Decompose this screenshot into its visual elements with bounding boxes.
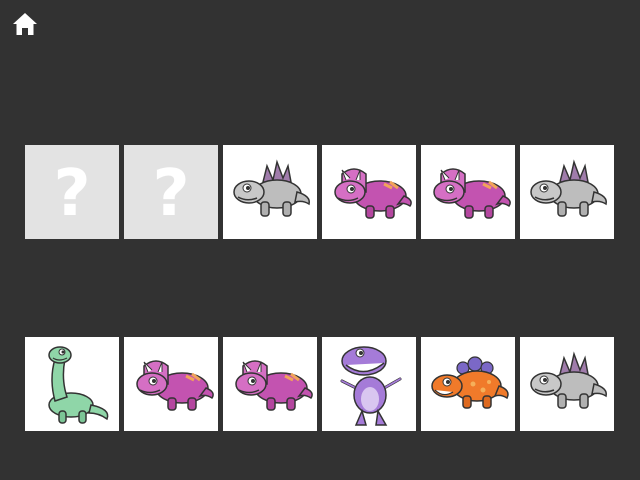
game-board: ? ? [0,0,640,480]
home-button[interactable] [11,10,39,38]
pink-triceratops-icon [334,168,412,219]
green-brachiosaurus-icon [48,346,109,424]
grey-stegosaurus-icon [233,159,310,217]
card-grey-stegosaurus[interactable] [520,337,614,431]
grey-stegosaurus-icon [530,159,607,217]
card-grey-stegosaurus[interactable] [520,145,614,239]
card-pink-triceratops[interactable] [322,145,416,239]
card-purple-trex[interactable] [322,337,416,431]
home-icon [13,13,37,35]
card-hidden[interactable]: ? [25,145,119,239]
question-mark: ? [53,157,91,231]
pink-triceratops-icon [235,360,313,411]
card-orange-stegosaurus[interactable] [421,337,515,431]
pink-triceratops-icon [136,360,214,411]
card-row-top: ? ? [25,145,614,239]
purple-trex-icon [340,346,402,426]
pink-triceratops-icon [433,168,511,219]
orange-stegosaurus-icon [431,356,509,409]
card-pink-triceratops[interactable] [124,337,218,431]
card-hidden[interactable]: ? [124,145,218,239]
card-row-bottom [25,337,614,431]
card-pink-triceratops[interactable] [223,337,317,431]
question-mark: ? [152,157,190,231]
grey-stegosaurus-icon [530,351,607,409]
card-grey-stegosaurus[interactable] [223,145,317,239]
card-pink-triceratops[interactable] [421,145,515,239]
card-green-brachiosaurus[interactable] [25,337,119,431]
